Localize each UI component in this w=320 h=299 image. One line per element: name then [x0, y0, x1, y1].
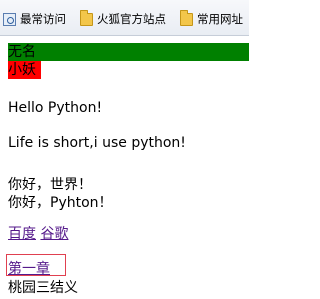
- folder-icon: [80, 9, 93, 26]
- bookmark-label: 最常访问: [20, 12, 66, 26]
- folder-icon: [180, 9, 193, 26]
- green-name-bar: 无名: [8, 43, 249, 61]
- google-link[interactable]: 谷歌: [40, 226, 68, 242]
- chapter-one-link[interactable]: 第一章: [8, 258, 50, 278]
- baidu-link[interactable]: 百度: [8, 226, 36, 242]
- greeting-line-2: 你好，Pyhton！: [8, 195, 113, 211]
- link-group: 百度 谷歌: [8, 223, 68, 243]
- page-gear-icon: [3, 12, 16, 26]
- red-name-bar: 小妖: [8, 61, 41, 79]
- page-content: 无名 小妖 Hello Python! Life is short,i use …: [6, 43, 249, 296]
- life-paragraph: Life is short,i use python!: [8, 135, 186, 151]
- bookmark-common-sites[interactable]: 常用网址: [180, 9, 243, 27]
- bookmark-most-visited[interactable]: 最常访问: [3, 11, 66, 27]
- greeting-line-1: 你好，世界！: [8, 177, 92, 193]
- bookmarks-toolbar: 最常访问 火狐官方站点 常用网址: [0, 0, 249, 36]
- chapter-title-text: 桃园三结义: [8, 280, 78, 296]
- bookmark-firefox-official[interactable]: 火狐官方站点: [80, 9, 166, 27]
- bookmark-label: 火狐官方站点: [97, 12, 166, 26]
- bookmark-label: 常用网址: [197, 12, 243, 26]
- hello-paragraph: Hello Python!: [8, 100, 103, 116]
